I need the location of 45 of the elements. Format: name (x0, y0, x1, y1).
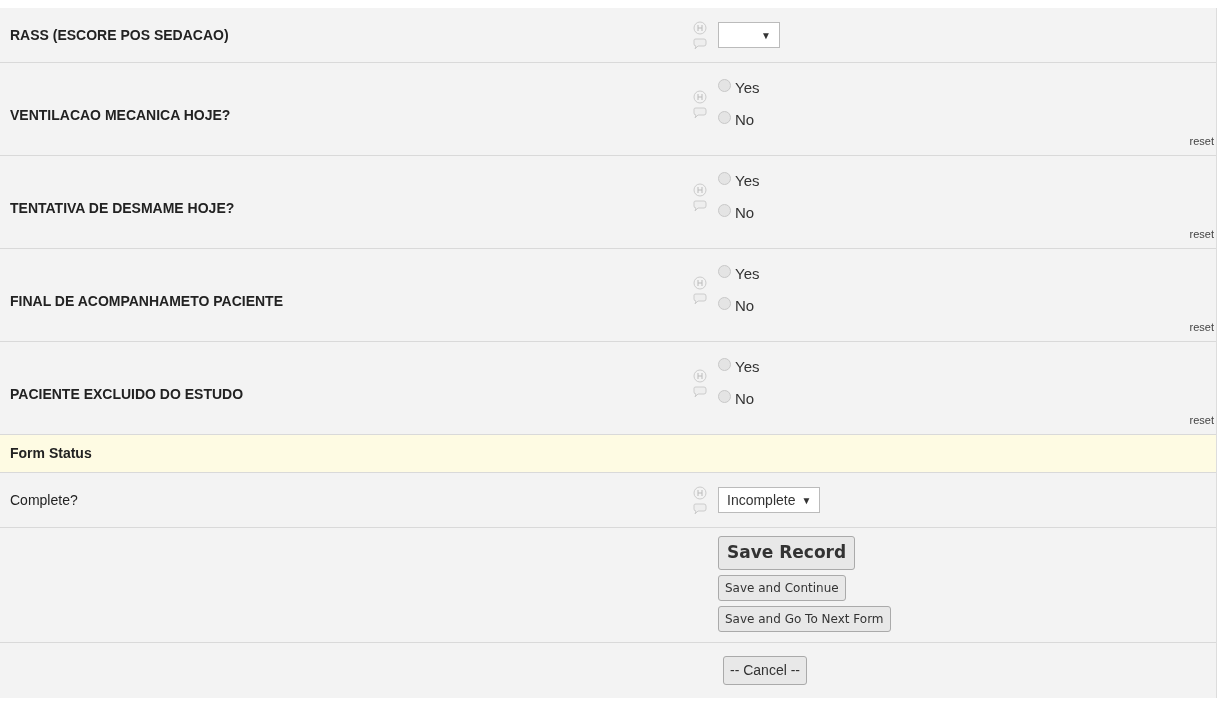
field-label: Complete? (9, 490, 79, 510)
cancel-button[interactable]: -- Cancel -- (723, 656, 807, 685)
history-icon[interactable] (693, 89, 707, 104)
radio-label: No (735, 109, 755, 130)
comment-icon[interactable] (692, 199, 708, 212)
radio-button[interactable] (718, 296, 731, 310)
radio-button[interactable] (718, 264, 731, 278)
history-icon[interactable] (693, 182, 707, 197)
radio-label: No (735, 295, 755, 316)
dropdown[interactable]: ▼ (718, 22, 780, 48)
radio-label: Yes (735, 77, 760, 98)
history-icon[interactable] (693, 485, 707, 500)
radio-label: Yes (735, 263, 760, 284)
history-icon[interactable] (693, 275, 707, 290)
save-record-button[interactable]: Save Record (718, 536, 856, 570)
comment-icon[interactable] (692, 37, 708, 50)
history-icon[interactable] (693, 368, 707, 383)
reset-link[interactable]: reset (1189, 225, 1214, 242)
field-label: TENTATIVA DE DESMAME HOJE? (9, 198, 236, 218)
field-label: FINAL DE ACOMPANHAMETO PACIENTE (9, 291, 284, 311)
comment-icon[interactable] (692, 502, 708, 515)
reset-link[interactable]: reset (1189, 411, 1214, 428)
radio-label: No (735, 388, 755, 409)
history-icon[interactable] (693, 20, 707, 35)
comment-icon[interactable] (692, 106, 708, 119)
save-button[interactable]: Save and Continue (718, 574, 846, 601)
reset-link[interactable]: reset (1189, 318, 1214, 335)
radio-label: Yes (735, 356, 760, 377)
radio-label: Yes (735, 170, 760, 191)
field-label: RASS (ESCORE POS SEDACAO) (9, 25, 230, 45)
comment-icon[interactable] (692, 385, 708, 398)
radio-label: No (735, 202, 755, 223)
save-button[interactable]: Save and Go To Next Form (718, 605, 891, 632)
section-header: Form Status (0, 435, 1216, 473)
radio-button[interactable] (718, 78, 731, 92)
radio-button[interactable] (718, 389, 731, 403)
radio-button[interactable] (718, 110, 731, 124)
radio-button[interactable] (718, 203, 731, 217)
comment-icon[interactable] (692, 292, 708, 305)
field-label: VENTILACAO MECANICA HOJE? (9, 105, 232, 125)
dropdown[interactable]: Incomplete ▼ (718, 487, 821, 513)
radio-button[interactable] (718, 357, 731, 371)
reset-link[interactable]: reset (1189, 132, 1214, 149)
field-label: PACIENTE EXCLUIDO DO ESTUDO (9, 384, 245, 404)
radio-button[interactable] (718, 171, 731, 185)
